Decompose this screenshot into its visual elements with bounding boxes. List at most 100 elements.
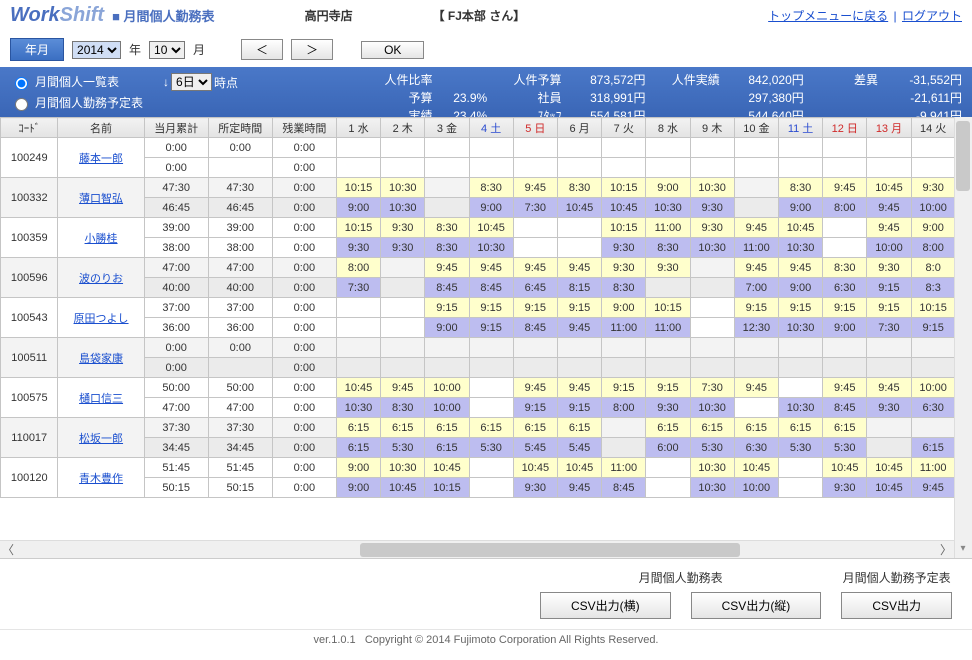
radio-schedule[interactable]: 月間個人勤務予定表 <box>10 94 143 111</box>
sum-cell: 34:45 <box>144 438 208 458</box>
day-cell <box>469 138 513 158</box>
day-cell: 10:45 <box>381 478 425 498</box>
day-cell: 9:45 <box>557 378 601 398</box>
day-cell <box>602 418 646 438</box>
day-cell: 9:45 <box>513 378 557 398</box>
emp-link[interactable]: 青木豊作 <box>79 473 123 485</box>
day-cell <box>734 398 778 418</box>
vscrollbar[interactable]: ▾ <box>954 117 972 558</box>
hscroll-left-icon[interactable]: 〈 <box>2 541 14 558</box>
prev-button[interactable]: ＜ <box>241 39 283 60</box>
day-cell: 10:45 <box>778 218 822 238</box>
day-cell <box>602 338 646 358</box>
csv-horizontal-button[interactable]: CSV出力(横) <box>540 592 671 619</box>
day-cell <box>557 158 601 178</box>
day-cell <box>336 358 380 378</box>
sum-cell: 0:00 <box>272 278 336 298</box>
radio-list[interactable]: 月間個人一覧表 <box>10 73 143 90</box>
day-cell: 9:15 <box>513 298 557 318</box>
day-cell: 9:15 <box>734 298 778 318</box>
sum-cell: 0:00 <box>272 418 336 438</box>
sum-cell: 51:45 <box>208 458 272 478</box>
day-cell <box>690 318 734 338</box>
day-cell: 8:30 <box>381 398 425 418</box>
day-cell <box>469 398 513 418</box>
hscrollbar[interactable]: 〈 〉 <box>0 540 954 558</box>
day-cell <box>867 338 911 358</box>
table-row: 47:0047:000:0010:308:3010:009:159:158:00… <box>1 398 955 418</box>
emp-link[interactable]: 原田つよし <box>74 313 129 325</box>
vscroll-thumb[interactable] <box>956 121 970 191</box>
day-cell <box>867 418 911 438</box>
sum-cell: 0:00 <box>272 298 336 318</box>
day-cell: 5:45 <box>557 438 601 458</box>
day-cell: 10:15 <box>425 478 469 498</box>
csv-schedule-button[interactable]: CSV出力 <box>841 592 952 619</box>
day-cell: 6:45 <box>513 278 557 298</box>
col-day: 7 火 <box>602 118 646 138</box>
day-cell: 9:45 <box>469 258 513 278</box>
sum-cell: 50:00 <box>208 378 272 398</box>
day-cell <box>469 458 513 478</box>
ym-button[interactable]: 年月 <box>10 38 64 61</box>
year-select[interactable]: 2014 <box>72 41 121 59</box>
day-cell <box>867 438 911 458</box>
day-cell: 6:15 <box>778 418 822 438</box>
vscroll-down-icon[interactable]: ▾ <box>954 540 972 558</box>
emp-name: 薄口智弘 <box>58 178 144 218</box>
day-cell <box>513 138 557 158</box>
day-cell: 9:30 <box>646 258 690 278</box>
col-name: 名前 <box>58 118 144 138</box>
csv-vertical-button[interactable]: CSV出力(縦) <box>691 592 822 619</box>
emp-link[interactable]: 樋口信三 <box>79 393 123 405</box>
day-cell <box>557 138 601 158</box>
day-cell: 10:45 <box>867 178 911 198</box>
ok-button[interactable]: OK <box>361 41 424 59</box>
day-cell: 9:15 <box>646 378 690 398</box>
emp-name: 小勝桂 <box>58 218 144 258</box>
hscroll-thumb[interactable] <box>360 543 740 557</box>
day-cell: 8:30 <box>557 178 601 198</box>
day-cell: 9:30 <box>336 238 380 258</box>
top-menu-link[interactable]: トップメニューに戻る <box>768 9 888 23</box>
day-cell: 9:45 <box>823 178 867 198</box>
day-cell <box>823 218 867 238</box>
day-cell: 9:45 <box>867 198 911 218</box>
emp-link[interactable]: 波のりお <box>79 273 123 285</box>
day-select[interactable]: 6日 <box>171 73 212 91</box>
logout-link[interactable]: ログアウト <box>902 9 962 23</box>
month-select[interactable]: 10 <box>149 41 185 59</box>
next-button[interactable]: ＞ <box>291 39 333 60</box>
col-day: 14 火 <box>911 118 954 138</box>
day-cell: 6:15 <box>336 418 380 438</box>
emp-link[interactable]: 藤本一郎 <box>79 153 123 165</box>
day-cell <box>336 338 380 358</box>
emp-code: 100120 <box>1 458 58 498</box>
sum-cell: 47:00 <box>208 258 272 278</box>
day-cell: 9:15 <box>778 298 822 318</box>
day-cell <box>513 358 557 378</box>
day-cell: 9:00 <box>778 278 822 298</box>
header-links: トップメニューに戻る | ログアウト <box>768 7 962 24</box>
grid-scroll: ｺｰﾄﾞ名前当月累計所定時間残業時間1 水2 木3 金4 土5 日6 月7 火8… <box>0 117 972 559</box>
day-cell <box>602 358 646 378</box>
day-cell: 10:45 <box>557 198 601 218</box>
emp-link[interactable]: 小勝桂 <box>85 233 118 245</box>
day-cell <box>778 378 822 398</box>
emp-link[interactable]: 島袋家康 <box>79 353 123 365</box>
day-cell: 9:30 <box>513 478 557 498</box>
table-row: 100332薄口智弘47:3047:300:0010:1510:308:309:… <box>1 178 955 198</box>
hscroll-right-icon[interactable]: 〉 <box>940 541 952 558</box>
day-cell <box>557 358 601 378</box>
day-cell: 6:15 <box>557 418 601 438</box>
emp-link[interactable]: 松坂一郎 <box>79 433 123 445</box>
day-cell <box>646 358 690 378</box>
day-cell <box>469 378 513 398</box>
day-cell <box>425 358 469 378</box>
day-cell: 9:45 <box>734 258 778 278</box>
day-cell: 10:15 <box>602 218 646 238</box>
sum-cell: 0:00 <box>272 218 336 238</box>
day-cell: 11:00 <box>646 318 690 338</box>
emp-link[interactable]: 薄口智弘 <box>79 193 123 205</box>
day-cell <box>469 158 513 178</box>
